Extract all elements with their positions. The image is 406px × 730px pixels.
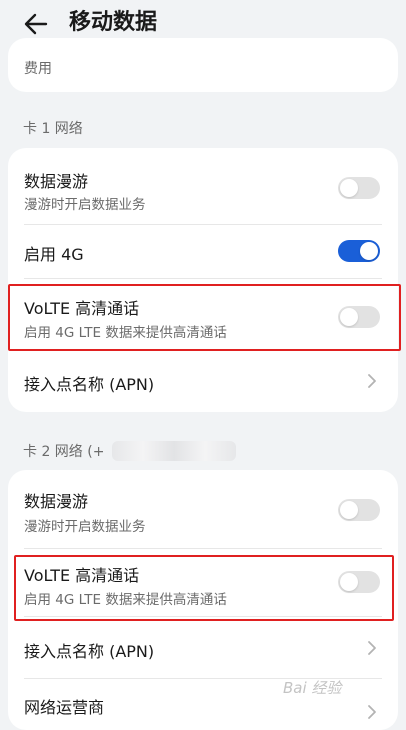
sim1-roaming-toggle[interactable] [338,177,380,199]
chevron-right-icon [368,641,376,655]
sim2-roaming-row[interactable]: 数据漫游 漫游时开启数据业务 [8,470,398,546]
arrow-left-icon[interactable] [22,10,50,38]
sim1-roaming-label: 数据漫游 [24,172,89,191]
chevron-right-icon [368,374,376,388]
sim2-apn-row[interactable]: 接入点名称 (APN) [8,616,398,678]
volte-highlight-sim2 [14,555,394,621]
sim2-apn-label: 接入点名称 (APN) [24,642,155,661]
sim1-4g-row[interactable]: 启用 4G [8,224,398,278]
top-partial-card: 费用 [8,38,398,92]
sim1-card: 数据漫游 漫游时开启数据业务 启用 4G VoLTE 高清通话 启用 4G LT… [8,148,398,412]
chevron-right-icon [368,705,376,719]
watermark-logo: Bai 经验 [283,679,342,697]
sim2-roaming-sub: 漫游时开启数据业务 [24,519,146,535]
page-title: 移动数据 [69,10,158,35]
sim1-apn-label: 接入点名称 (APN) [24,375,155,394]
sim1-roaming-sub: 漫游时开启数据业务 [24,197,146,213]
sim1-4g-toggle[interactable] [338,240,380,262]
sim1-roaming-row[interactable]: 数据漫游 漫游时开启数据业务 [8,148,398,224]
partial-text: 费用 [24,61,52,77]
redacted-number [112,441,236,461]
sim2-roaming-label: 数据漫游 [24,492,89,511]
sim2-operator-label: 网络运营商 [24,698,105,717]
sim2-roaming-toggle[interactable] [338,499,380,521]
sim1-apn-row[interactable]: 接入点名称 (APN) [8,350,398,412]
sim2-section-label: 卡 2 网络 (+ [23,444,105,460]
volte-highlight-sim1 [8,284,401,351]
sim1-4g-label: 启用 4G [24,245,84,264]
sim1-section-label: 卡 1 网络 [23,121,83,137]
